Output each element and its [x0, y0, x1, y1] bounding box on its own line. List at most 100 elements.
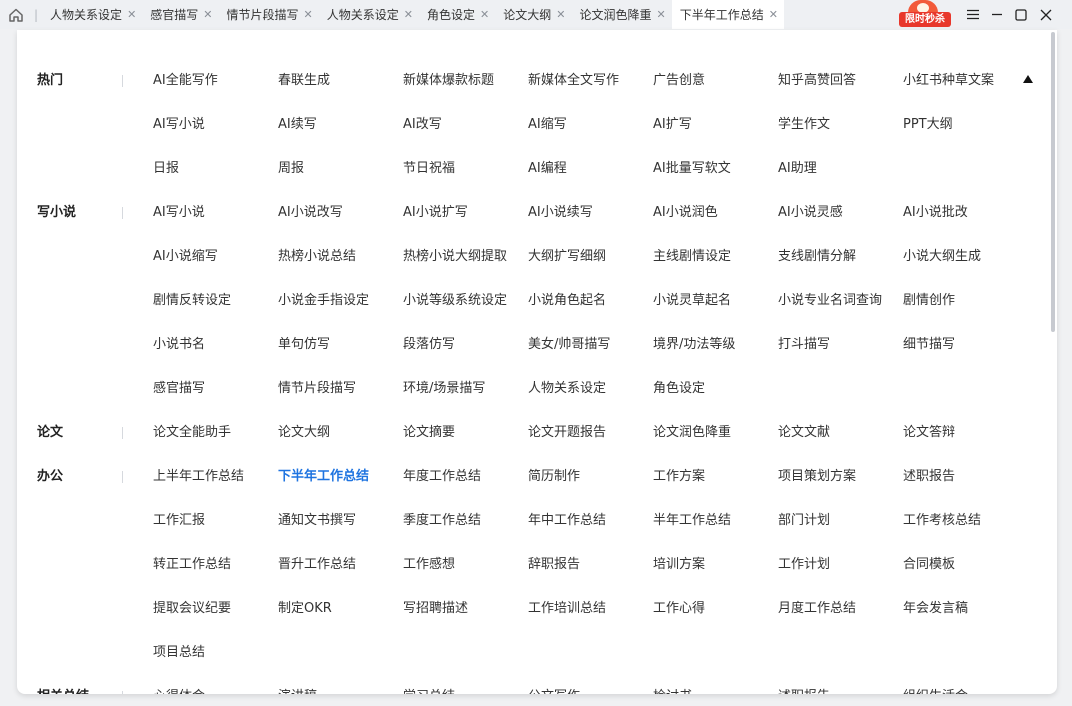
feature-item[interactable]: 转正工作总结 — [153, 556, 231, 574]
feature-item[interactable]: 项目总结 — [153, 644, 205, 662]
feature-item[interactable]: 论文文献 — [778, 424, 830, 442]
feature-item[interactable]: AI写小说 — [153, 116, 205, 134]
promo-badge[interactable]: 限时秒杀 — [896, 0, 954, 29]
tab-close-icon[interactable]: ✕ — [203, 8, 212, 21]
feature-item[interactable]: AI批量写软文 — [653, 160, 731, 178]
feature-item[interactable]: 日报 — [153, 160, 179, 178]
feature-item[interactable]: 周报 — [278, 160, 304, 178]
feature-item[interactable]: 感官描写 — [153, 380, 205, 398]
tab-item[interactable]: 论文润色降重 ✕ — [571, 0, 671, 29]
feature-item[interactable]: AI小说扩写 — [403, 204, 468, 222]
feature-item[interactable]: 年度工作总结 — [403, 468, 481, 486]
feature-item[interactable]: 心得体会 — [153, 688, 205, 694]
feature-item[interactable]: 公文写作 — [528, 688, 580, 694]
collapse-arrow-icon[interactable] — [1022, 74, 1034, 84]
tab-item[interactable]: 论文大纲 ✕ — [495, 0, 571, 29]
tab-close-icon[interactable]: ✕ — [769, 8, 778, 21]
feature-item[interactable]: AI缩写 — [528, 116, 567, 134]
tab-close-icon[interactable]: ✕ — [480, 8, 489, 21]
feature-item[interactable]: 春联生成 — [278, 72, 330, 90]
feature-item[interactable]: 段落仿写 — [403, 336, 455, 354]
feature-item[interactable]: 境界/功法等级 — [653, 336, 735, 354]
feature-item[interactable]: 角色设定 — [653, 380, 705, 398]
feature-item[interactable]: AI全能写作 — [153, 72, 218, 90]
feature-item[interactable]: 情节片段描写 — [278, 380, 356, 398]
feature-item[interactable]: 新媒体爆款标题 — [403, 72, 494, 90]
feature-item[interactable]: PPT大纲 — [903, 116, 953, 134]
feature-item[interactable]: 工作心得 — [653, 600, 705, 618]
tab-item[interactable]: 角色设定 ✕ — [419, 0, 495, 29]
feature-item[interactable]: 晋升工作总结 — [278, 556, 356, 574]
tab-item[interactable]: 人物关系设定 ✕ — [42, 0, 142, 29]
feature-item[interactable]: 细节描写 — [903, 336, 955, 354]
tab-close-icon[interactable]: ✕ — [404, 8, 413, 21]
feature-item[interactable]: 打斗描写 — [778, 336, 830, 354]
feature-item[interactable]: 写招聘描述 — [403, 600, 468, 618]
feature-item[interactable]: 人物关系设定 — [528, 380, 606, 398]
feature-item[interactable]: 辞职报告 — [528, 556, 580, 574]
tab-close-icon[interactable]: ✕ — [127, 8, 136, 21]
feature-item[interactable]: 培训方案 — [653, 556, 705, 574]
menu-icon[interactable] — [961, 0, 985, 29]
feature-item[interactable]: 组织生活会 — [903, 688, 968, 694]
feature-item[interactable]: AI小说灵感 — [778, 204, 843, 222]
feature-item[interactable]: 简历制作 — [528, 468, 580, 486]
feature-item[interactable]: AI改写 — [403, 116, 442, 134]
feature-item[interactable]: 论文润色降重 — [653, 424, 731, 442]
maximize-icon[interactable] — [1009, 0, 1033, 29]
feature-item[interactable]: 工作感想 — [403, 556, 455, 574]
feature-item[interactable]: 年中工作总结 — [528, 512, 606, 530]
feature-item[interactable]: 大纲扩写细纲 — [528, 248, 606, 266]
feature-item[interactable]: 学习总结 — [403, 688, 455, 694]
feature-item[interactable]: AI助理 — [778, 160, 817, 178]
feature-item[interactable]: 工作方案 — [653, 468, 705, 486]
feature-item[interactable]: 广告创意 — [653, 72, 705, 90]
feature-item[interactable]: 美女/帅哥描写 — [528, 336, 610, 354]
feature-item[interactable]: 知乎高赞回答 — [778, 72, 856, 90]
feature-item[interactable]: 小红书种草文案 — [903, 72, 994, 90]
feature-item[interactable]: 下半年工作总结 — [278, 468, 369, 486]
feature-item[interactable]: 单句仿写 — [278, 336, 330, 354]
feature-item[interactable]: AI小说批改 — [903, 204, 968, 222]
feature-item[interactable]: 热榜小说大纲提取 — [403, 248, 507, 266]
feature-item[interactable]: AI编程 — [528, 160, 567, 178]
tab-close-icon[interactable]: ✕ — [556, 8, 565, 21]
feature-item[interactable]: 通知文书撰写 — [278, 512, 356, 530]
feature-item[interactable]: 小说金手指设定 — [278, 292, 369, 310]
feature-item[interactable]: 工作计划 — [778, 556, 830, 574]
feature-item[interactable]: 小说大纲生成 — [903, 248, 981, 266]
feature-item[interactable]: 论文开题报告 — [528, 424, 606, 442]
tab-close-icon[interactable]: ✕ — [304, 8, 313, 21]
feature-item[interactable]: 制定OKR — [278, 600, 332, 618]
feature-item[interactable]: 主线剧情设定 — [653, 248, 731, 266]
minimize-icon[interactable] — [985, 0, 1009, 29]
feature-item[interactable]: 小说等级系统设定 — [403, 292, 507, 310]
tab-item[interactable]: 情节片段描写 ✕ — [219, 0, 319, 29]
feature-item[interactable]: 述职报告 — [903, 468, 955, 486]
feature-item[interactable]: 剧情反转设定 — [153, 292, 231, 310]
feature-item[interactable]: 述职报告 — [778, 688, 830, 694]
feature-item[interactable]: 部门计划 — [778, 512, 830, 530]
feature-item[interactable]: 演讲稿 — [278, 688, 317, 694]
feature-item[interactable]: AI小说续写 — [528, 204, 593, 222]
feature-item[interactable]: 小说书名 — [153, 336, 205, 354]
feature-item[interactable]: 论文摘要 — [403, 424, 455, 442]
home-icon[interactable] — [0, 0, 32, 29]
feature-item[interactable]: 季度工作总结 — [403, 512, 481, 530]
feature-item[interactable]: 剧情创作 — [903, 292, 955, 310]
feature-item[interactable]: AI小说润色 — [653, 204, 718, 222]
feature-item[interactable]: 工作培训总结 — [528, 600, 606, 618]
feature-item[interactable]: AI扩写 — [653, 116, 692, 134]
feature-item[interactable]: 项目策划方案 — [778, 468, 856, 486]
feature-item[interactable]: 小说灵草起名 — [653, 292, 731, 310]
feature-item[interactable]: AI小说改写 — [278, 204, 343, 222]
feature-item[interactable]: 工作考核总结 — [903, 512, 981, 530]
feature-item[interactable]: 合同模板 — [903, 556, 955, 574]
feature-item[interactable]: AI续写 — [278, 116, 317, 134]
feature-item[interactable]: 论文全能助手 — [153, 424, 231, 442]
tab-close-icon[interactable]: ✕ — [656, 8, 665, 21]
feature-item[interactable]: 新媒体全文写作 — [528, 72, 619, 90]
feature-item[interactable]: 论文答辩 — [903, 424, 955, 442]
feature-item[interactable]: 小说专业名词查询 — [778, 292, 882, 310]
feature-item[interactable]: 小说角色起名 — [528, 292, 606, 310]
